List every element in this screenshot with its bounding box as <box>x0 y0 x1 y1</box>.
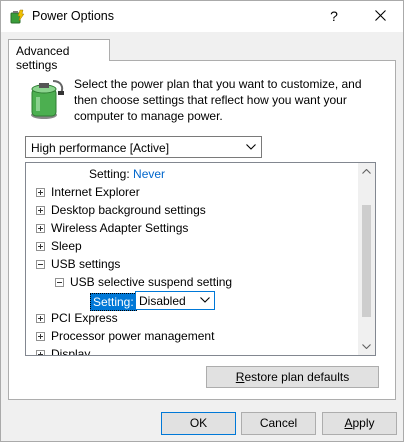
help-icon: ? <box>330 8 338 24</box>
tab-label: Advanced settings <box>16 44 70 72</box>
expand-icon[interactable] <box>36 242 45 251</box>
apply-label: pply <box>352 416 375 430</box>
intro-text: Select the power plan that you want to c… <box>74 76 374 124</box>
usb-suspend-setting-select[interactable]: Disabled <box>135 291 215 310</box>
expand-icon[interactable] <box>36 332 45 341</box>
setting-label: Setting: <box>89 167 130 181</box>
help-button[interactable]: ? <box>323 5 345 27</box>
apply-mnemonic: A <box>344 416 353 430</box>
expand-icon[interactable] <box>36 350 45 355</box>
power-plan-select[interactable]: High performance [Active] <box>25 136 262 158</box>
restore-label: estore plan defaults <box>244 370 350 384</box>
tree-scrollbar[interactable] <box>358 163 375 355</box>
settings-tree[interactable]: Setting: Never Internet Explorer Desktop… <box>25 162 376 356</box>
expand-icon[interactable] <box>36 188 45 197</box>
power-plan-value: High performance [Active] <box>31 141 170 155</box>
title-bar: Power Options ? <box>1 1 403 32</box>
chevron-down-icon <box>246 144 256 150</box>
scroll-thumb[interactable] <box>362 205 371 317</box>
chevron-up-icon <box>362 168 371 174</box>
chevron-down-icon <box>200 297 210 303</box>
collapse-icon[interactable] <box>55 278 64 287</box>
power-options-window: Power Options ? Advanced settings Select… <box>0 0 404 442</box>
power-options-icon <box>10 9 25 24</box>
window-title: Power Options <box>32 9 114 23</box>
intro-line-3: computer to manage power. <box>74 109 223 123</box>
ok-label: OK <box>189 416 208 430</box>
scroll-down-button[interactable] <box>358 338 375 355</box>
close-icon <box>374 10 386 21</box>
cancel-button[interactable]: Cancel <box>241 412 316 435</box>
restore-plan-defaults-button[interactable]: Restore plan defaults <box>206 366 379 388</box>
collapse-icon[interactable] <box>36 260 45 269</box>
chevron-down-icon <box>362 344 371 350</box>
battery-plan-icon <box>31 80 64 119</box>
scroll-up-button[interactable] <box>358 163 375 180</box>
usb-suspend-setting-value: Disabled <box>139 294 186 308</box>
expand-icon[interactable] <box>36 224 45 233</box>
tab-advanced-settings[interactable]: Advanced settings <box>8 39 110 72</box>
close-button[interactable] <box>367 5 393 27</box>
expand-icon[interactable] <box>36 206 45 215</box>
cancel-label: Cancel <box>259 416 298 430</box>
apply-button[interactable]: Apply <box>322 412 397 435</box>
intro-line-2: then choose settings that reflect how yo… <box>74 93 347 107</box>
tree-setting-row[interactable]: Setting: Never <box>89 165 165 183</box>
intro-line-1: Select the power plan that you want to c… <box>74 77 362 91</box>
setting-value-link[interactable]: Never <box>133 167 165 181</box>
expand-icon[interactable] <box>36 314 45 323</box>
ok-button[interactable]: OK <box>161 412 236 435</box>
